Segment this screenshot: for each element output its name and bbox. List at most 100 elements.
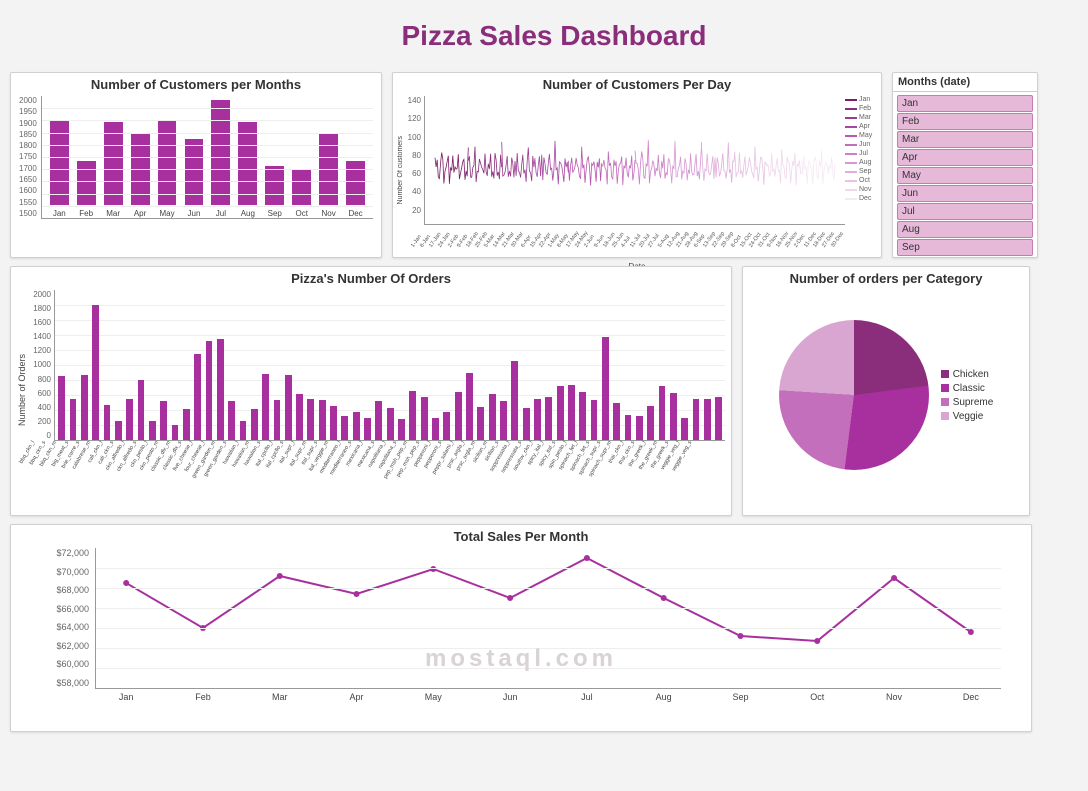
bar-ital_supr_s [341, 416, 348, 440]
total-sales-chart: Total Sales Per Month $72,000$70,000$68,… [10, 524, 1032, 732]
bar-five_cheese_l [217, 339, 224, 440]
day-plot: 1-Jan8-Jan17-Jan24-Jan2-Feb9-Feb18-Feb25… [424, 96, 845, 225]
chart-title: Total Sales Per Month [11, 525, 1031, 548]
bar-Mar [104, 122, 123, 205]
bar1-yaxis: 2000195019001850180017501700165016001550… [19, 96, 41, 218]
bar-thai_ckn_l [647, 406, 654, 441]
bar-bbq_ckn_l [58, 376, 65, 440]
bar-green_garden_s [251, 409, 258, 441]
bar-spicy_ital_l [568, 385, 575, 440]
bar2-plot: bbq_ckn_lbbq_ckn_sbbq_ckn_mbig_meat_sbri… [54, 290, 725, 441]
bar-cali_ckn_s [138, 380, 145, 440]
bar-Jun [185, 139, 204, 205]
bar-big_meat_s [92, 305, 99, 440]
bar-prsc_argla_m [500, 401, 507, 440]
bar-soppressata_l [534, 399, 541, 440]
bar-Oct [292, 170, 311, 205]
chart-title: Pizza's Number Of Orders [11, 267, 731, 290]
bar-thai_ckn_s [659, 386, 666, 440]
bar-ital_cpcllo_s [307, 399, 314, 440]
bar-peppr_salami_l [477, 407, 484, 440]
page-title: Pizza Sales Dashboard [10, 20, 1088, 52]
bar-Feb [77, 161, 96, 205]
bar-spinach_fet_s [613, 403, 620, 440]
bar-spicy_ital_s [579, 392, 586, 440]
slicer-item-jul[interactable]: Jul [897, 203, 1033, 220]
bar-ckn_pesto_l [172, 425, 179, 440]
slicer-item-jun[interactable]: Jun [897, 185, 1033, 202]
bar-spin_pesto_l [591, 400, 598, 441]
bar-the_greek_s [693, 399, 700, 440]
chart-title: Number of orders per Category [743, 267, 1029, 290]
bar-soppressata_s [545, 397, 552, 441]
day-legend: JanFebMarAprMayJunJulAugSepOctNovDec [845, 96, 877, 244]
bar1-plot: JanFebMarAprMayJunJulAugSepOctNovDec [41, 96, 373, 219]
slicer-item-jan[interactable]: Jan [897, 95, 1033, 112]
bar-green_garden_m [240, 421, 247, 440]
customers-per-month-chart: Number of Customers per Months 200019501… [10, 72, 382, 258]
line-plot: JanFebMarAprMayJunJulAugSepOctNovDec [95, 548, 1001, 689]
bar-mexicana_l [387, 408, 394, 440]
day-yaxis: 14012010080604020 [405, 96, 424, 224]
chart-title: Number of Customers per Months [11, 73, 381, 96]
months-slicer[interactable]: Months (date) JanFebMarAprMayJunJulAugSe… [892, 72, 1038, 258]
day-ylabel: Number Of customers [397, 136, 404, 204]
bar-mexicana_s [398, 419, 405, 440]
bar-ital_cpcllo_l [296, 394, 303, 441]
bar-hawaiian_m [274, 400, 281, 441]
bar-classic_dlx_m [194, 354, 201, 440]
bar-calabrese_m [115, 421, 122, 440]
bar-napolitana_l [409, 391, 416, 441]
bar-ital_supr_m [330, 406, 337, 440]
bar-spinach_supr_m [636, 416, 643, 440]
orders-per-category-chart: Number of orders per Category ChickenCla… [742, 266, 1030, 516]
bar2-yaxis: 2000180016001400120010008006004002000 [29, 290, 54, 440]
bar-prsc_argla_l [489, 394, 496, 441]
slicer-header: Months (date) [893, 73, 1037, 92]
bar-southw_ckn_l [557, 386, 564, 440]
bar-napolitana_s [421, 397, 428, 441]
slicer-item-aug[interactable]: Aug [897, 221, 1033, 238]
bar-spinach_supr_s [625, 415, 632, 440]
bar-pepperoni_s [466, 373, 473, 441]
bar-mediterraneo_l [364, 418, 371, 440]
slicer-list: JanFebMarAprMayJunJulAugSepOct [893, 92, 1037, 256]
slicer-item-may[interactable]: May [897, 167, 1033, 184]
customers-per-day-chart: Number of Customers Per Day Number Of cu… [392, 72, 882, 258]
bar-Dec [346, 161, 365, 205]
bar-pepperoni_l [455, 392, 462, 440]
bar-hawaiian_s [285, 375, 292, 440]
pizza-orders-chart: Pizza's Number Of Orders Number of Order… [10, 266, 732, 516]
slicer-item-sep[interactable]: Sep [897, 239, 1033, 256]
bar-ckn_pesto_m [183, 409, 190, 441]
bar-mediterraneo_s [375, 401, 382, 440]
bar2-ylabel: Number of Orders [17, 354, 27, 426]
bar-ckn_alfredo_s [160, 401, 167, 440]
bar-veggie_veg_l [704, 399, 711, 440]
bar-sicilian_m [511, 361, 518, 440]
bar-ital_veggie_m [353, 412, 360, 441]
bar-bbq_ckn_s [70, 399, 77, 440]
bar-Sep [265, 166, 284, 205]
line-yaxis: $72,000$70,000$68,000$66,000$64,000$62,0… [41, 548, 95, 688]
bar-the_greek_m [681, 418, 688, 441]
bar-ckn_alfredo_l [149, 421, 156, 440]
bar-pep_msh_pep_m [432, 418, 439, 441]
slicer-item-mar[interactable]: Mar [897, 131, 1033, 148]
slicer-item-apr[interactable]: Apr [897, 149, 1033, 166]
bar-Jul [211, 100, 230, 205]
bar-Aug [238, 122, 257, 205]
bar-brie_carre_s [104, 405, 111, 440]
bar-ital_supr_l [319, 400, 326, 441]
slicer-item-feb[interactable]: Feb [897, 113, 1033, 130]
chart-title: Number of Customers Per Day [393, 73, 881, 96]
bar-the_greek_l [670, 393, 677, 440]
bar-bbq_ckn_m [81, 375, 88, 440]
pie-legend: ChickenClassicSupremeVeggie [941, 366, 994, 425]
bar-sicilian_s [523, 408, 530, 440]
pie [779, 320, 929, 470]
bar-four_cheese_l [228, 401, 235, 440]
bar-classic_dlx_s [206, 341, 213, 440]
bar-spinach_fet_l [602, 337, 609, 441]
bar-veggie_veg_s [715, 397, 722, 441]
